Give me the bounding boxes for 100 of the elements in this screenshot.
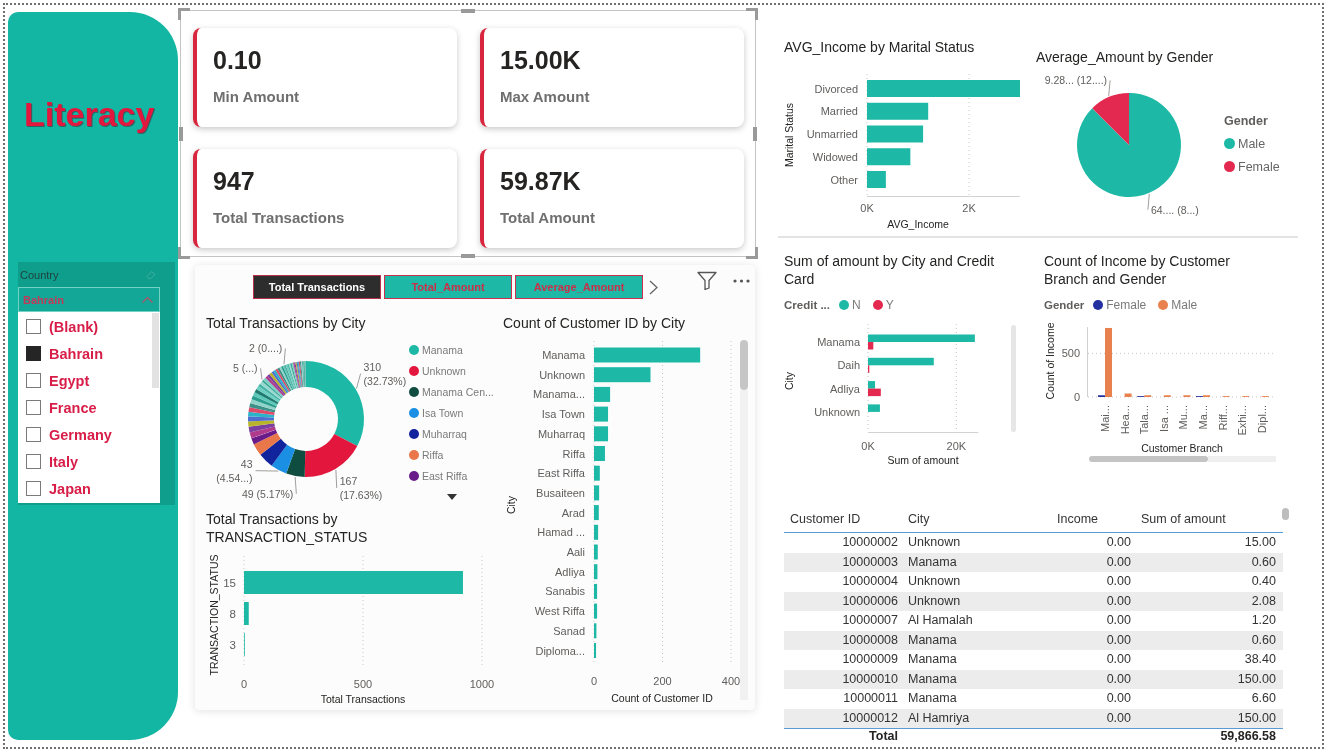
table-cell-text: Manama: [907, 651, 958, 668]
table-cell: Al Hamriya: [905, 708, 1050, 728]
category-label: Unknown: [814, 405, 860, 418]
category-label: Sanad: [553, 624, 585, 637]
category-label: 8: [229, 607, 236, 620]
table-cell-text: 0.00: [1105, 573, 1132, 590]
data-label: 43 (4.54...): [216, 457, 253, 484]
total-value: 59,866.58: [1219, 729, 1277, 744]
chart-title: Sum of amount by City and Credit Card: [783, 252, 996, 288]
category-label: Hea...: [1118, 405, 1131, 435]
table-cell: 10000008: [784, 630, 905, 650]
table-cell: 0.60: [1137, 552, 1283, 572]
kpi-label: Min Amount: [213, 88, 300, 106]
category-label: Unknown: [539, 368, 585, 381]
slicer-label: Country: [20, 267, 59, 282]
kpi-value: 15.00K: [500, 46, 581, 74]
category-label: East Riffa: [537, 467, 585, 480]
category-label: West Riffa: [534, 605, 585, 618]
table-cell-text: 0.00: [1105, 651, 1132, 668]
table-cell-text: 10000002: [841, 534, 899, 551]
axis-title: Sum of amount: [887, 454, 959, 464]
table-cell: 0.00: [1050, 630, 1137, 650]
legend-title: Credit ...: [784, 299, 830, 311]
kpi-value: 59.87K: [500, 167, 581, 195]
tick-label: 0K: [860, 202, 874, 214]
table-cell: 150.00: [1137, 708, 1283, 728]
category-label: Hamad ...: [537, 526, 585, 539]
kpi-label: Total Amount: [500, 209, 595, 227]
axis-title: Customer Branch: [1141, 442, 1223, 454]
category-label: Arad: [561, 506, 585, 519]
tick-label: 0: [240, 678, 248, 690]
kpi-label: Total Transactions: [213, 209, 345, 227]
chart-title: Count of Income by Customer Branch and Gender: [1043, 252, 1231, 288]
table-cell: 10000003: [784, 552, 905, 572]
axis-title: City: [783, 371, 795, 391]
table-cell-text: Unknown: [907, 534, 962, 551]
chart-title: AVG_Income by Marital Status: [783, 38, 976, 56]
category-label: Mu...: [1177, 405, 1190, 430]
axis-title: TRANSACTION_STATUS: [208, 554, 220, 676]
data-label: 49 (5.17%): [241, 487, 294, 500]
axis-title: City: [505, 495, 517, 515]
category-label: Ma...: [1197, 405, 1209, 430]
kpi-label: Max Amount: [500, 88, 590, 106]
legend-label: Male: [1238, 136, 1266, 151]
table-cell-text: 0.00: [1105, 690, 1132, 707]
table-cell-text: Al Hamalah: [907, 612, 974, 629]
category-label: Aali: [566, 546, 585, 558]
legend-label: Isa Town: [422, 406, 464, 419]
category-label: Widowed: [812, 150, 858, 163]
category-label: Isa Town: [541, 408, 585, 421]
category-label: Married: [820, 105, 858, 118]
category-label: Divorced: [814, 82, 858, 95]
legend-title: Gender: [1224, 113, 1269, 130]
category-label: Tala...: [1138, 405, 1151, 435]
table-cell-text: 10000007: [841, 612, 899, 629]
category-label: Muharraq: [537, 427, 585, 440]
table-cell: Unknown: [905, 591, 1050, 611]
table-cell-text: Unknown: [907, 573, 962, 590]
tick-label: 0K: [861, 440, 875, 452]
chart-title: Total Transactions by TRANSACTION_STATUS: [205, 510, 369, 546]
legend-label: Manama: [422, 343, 463, 356]
legend-label: Manama Cen...: [422, 385, 494, 398]
category-label: Manama...: [533, 388, 585, 401]
tick-label: 500: [353, 678, 373, 690]
legend-label: Y: [885, 298, 894, 312]
category-label: Other: [830, 173, 858, 186]
table-cell: 0.00: [1050, 591, 1137, 611]
data-label: 310 (32.73%): [363, 360, 407, 387]
table-cell-text: Manama: [907, 690, 958, 707]
chart-title: Total Transactions by City: [205, 314, 367, 333]
legend-label: Male: [1171, 298, 1198, 312]
legend-label: Unknown: [422, 364, 466, 377]
data-label: 167 (17.63%): [339, 475, 383, 501]
tick-label: 0: [590, 675, 598, 687]
tick-label: 400: [721, 675, 741, 687]
category-label: Mai...: [1099, 405, 1111, 432]
chart-title: Average_Amount by Gender: [1036, 48, 1215, 66]
table-cell: 0.00: [1050, 708, 1137, 728]
chart-title: Count of Customer ID by City: [502, 314, 687, 333]
table-cell-text: 10000011: [842, 690, 899, 707]
legend-label: Female: [1106, 298, 1147, 312]
category-label: Manama: [817, 336, 860, 348]
tick-label: 500: [1061, 347, 1080, 360]
table-cell: 150.00: [1137, 669, 1283, 689]
category-label: Unmarried: [806, 128, 858, 140]
category-label: 3: [229, 638, 236, 651]
category-label: Riffa: [562, 447, 585, 460]
tick-label: 1000: [469, 678, 495, 690]
category-label: Adliya: [830, 382, 860, 395]
table-cell-text: 10000009: [841, 651, 899, 668]
axis-title: Total Transactions: [320, 693, 406, 705]
axis-title: Count of Customer ID: [611, 692, 713, 704]
table-cell-text: 1.20: [1250, 612, 1277, 629]
category-label: Adliya: [555, 565, 585, 578]
category-label: Riff...: [1216, 405, 1229, 431]
category-label: Sanabis: [545, 585, 585, 598]
category-label: Dipl...: [1255, 405, 1268, 434]
legend-label: East Riffa: [422, 469, 468, 482]
legend-label: Female: [1238, 159, 1280, 174]
data-label: 64.... (8...): [1150, 203, 1199, 216]
